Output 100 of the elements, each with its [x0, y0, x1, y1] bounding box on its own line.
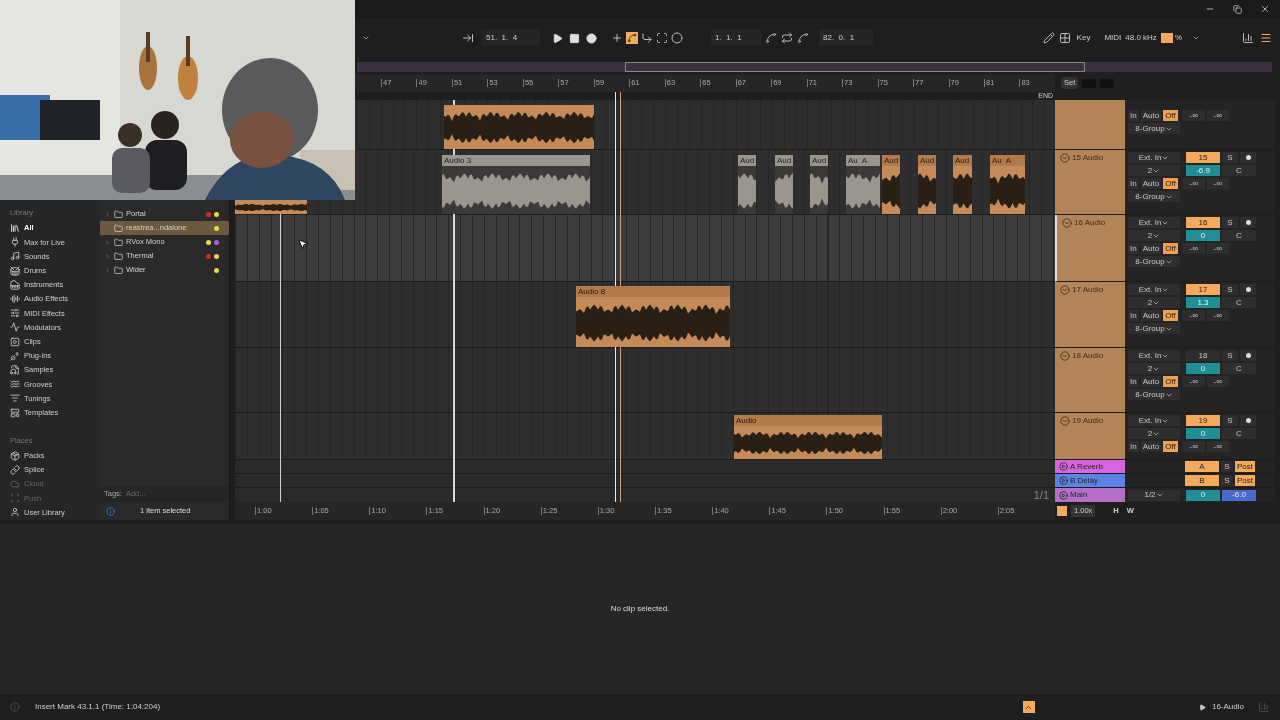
monitor-button[interactable]: Off: [1163, 178, 1178, 189]
overview-strip[interactable]: [357, 62, 1272, 72]
follow-icon[interactable]: [462, 32, 474, 44]
channel-dropdown[interactable]: 2: [1128, 297, 1180, 308]
pencil-icon[interactable]: [1042, 32, 1055, 44]
track-number-button[interactable]: 15: [1186, 152, 1220, 163]
channel-dropdown[interactable]: 2: [1128, 165, 1180, 176]
monitor-button[interactable]: Off: [1163, 243, 1178, 254]
send-knob[interactable]: -∞: [1182, 310, 1205, 321]
midi-button[interactable]: MIDI: [1104, 32, 1122, 44]
loop-toggle-icon[interactable]: [1057, 506, 1067, 516]
send-knob[interactable]: -∞: [1182, 243, 1205, 254]
monitor-button[interactable]: Off: [1163, 376, 1178, 387]
output-dropdown[interactable]: 8-Group: [1128, 191, 1180, 202]
track-header[interactable]: 17 Audio: [1055, 282, 1125, 348]
return-track-header[interactable]: A Reverb: [1055, 460, 1125, 474]
output-dropdown[interactable]: 8-Group: [1128, 389, 1180, 400]
circle-icon[interactable]: [671, 32, 683, 44]
monitor-button[interactable]: Auto: [1140, 441, 1162, 452]
channel-dropdown[interactable]: 2: [1128, 230, 1180, 241]
audio-clip[interactable]: Aud: [810, 155, 828, 214]
close-icon[interactable]: [1260, 4, 1270, 14]
monitor-button[interactable]: In: [1128, 310, 1139, 321]
pan-field[interactable]: C: [1222, 428, 1256, 439]
volume-field[interactable]: 0: [1186, 230, 1220, 241]
record-icon[interactable]: [586, 32, 597, 44]
input-dropdown[interactable]: Ext. In: [1128, 284, 1180, 295]
capture-icon[interactable]: [656, 32, 668, 44]
arm-button[interactable]: [1240, 415, 1256, 426]
audio-clip[interactable]: Aud: [882, 155, 900, 214]
curve-icon[interactable]: [797, 32, 809, 44]
fold-icon[interactable]: [1060, 153, 1070, 163]
input-dropdown[interactable]: Ext. In: [1128, 152, 1180, 163]
arrow-up-button[interactable]: [1022, 701, 1035, 713]
grid-icon[interactable]: [1058, 32, 1071, 44]
routing-dropdown[interactable]: 1/2: [1128, 489, 1180, 501]
solo-button[interactable]: S: [1221, 461, 1233, 472]
add-icon[interactable]: [611, 32, 623, 44]
audio-clip[interactable]: Aud: [953, 155, 972, 214]
pan-field[interactable]: C: [1222, 363, 1256, 374]
post-button[interactable]: Post: [1235, 475, 1255, 486]
input-dropdown[interactable]: Ext. In: [1128, 350, 1180, 361]
audio-clip[interactable]: Aud: [918, 155, 936, 214]
track-number-button[interactable]: 18: [1186, 350, 1220, 361]
send-knob[interactable]: -∞: [1182, 110, 1205, 121]
arm-button[interactable]: [1240, 152, 1256, 163]
track-header[interactable]: 16 Audio: [1055, 215, 1125, 282]
draw-mode-button[interactable]: [626, 32, 638, 44]
solo-button[interactable]: S: [1222, 284, 1238, 295]
channel-dropdown[interactable]: 2: [1128, 363, 1180, 374]
monitor-button[interactable]: Auto: [1140, 178, 1162, 189]
volume-field[interactable]: -6.9: [1186, 165, 1220, 176]
input-dropdown[interactable]: Ext. In: [1128, 415, 1180, 426]
input-dropdown[interactable]: Ext. In: [1128, 217, 1180, 228]
solo-button[interactable]: S: [1221, 475, 1233, 486]
info-icon[interactable]: [106, 506, 115, 516]
arm-button[interactable]: [1240, 217, 1256, 228]
return-track-header[interactable]: B Delay: [1055, 474, 1125, 488]
fold-icon[interactable]: [1060, 416, 1070, 426]
track-number-button[interactable]: 16: [1186, 217, 1220, 228]
monitor-button[interactable]: Auto: [1140, 310, 1162, 321]
position-field[interactable]: 51. 1. 4: [482, 30, 540, 46]
output-dropdown[interactable]: 8-Group: [1128, 123, 1180, 134]
send-knob[interactable]: -∞: [1206, 178, 1229, 189]
send-knob[interactable]: -∞: [1182, 178, 1205, 189]
solo-button[interactable]: S: [1222, 152, 1238, 163]
loop-start-field[interactable]: 1. 1. 1: [711, 30, 761, 46]
audio-clip[interactable]: Au A: [846, 155, 880, 214]
arm-button[interactable]: [1240, 284, 1256, 295]
main-track-header[interactable]: Main: [1055, 488, 1125, 502]
output-dropdown[interactable]: 8-Group: [1128, 323, 1180, 334]
volume-field[interactable]: 0: [1186, 428, 1220, 439]
monitor-button[interactable]: Auto: [1140, 243, 1162, 254]
key-button[interactable]: Key: [1076, 32, 1091, 44]
fold-icon[interactable]: [1060, 351, 1070, 361]
curve-icon[interactable]: [765, 32, 777, 44]
punch-icon[interactable]: [641, 32, 653, 44]
monitor-button[interactable]: Auto: [1140, 376, 1162, 387]
track-header[interactable]: 19 Audio: [1055, 413, 1125, 460]
send-knob[interactable]: -∞: [1182, 441, 1205, 452]
fold-icon[interactable]: [1060, 285, 1070, 295]
monitor-button[interactable]: In: [1128, 178, 1139, 189]
track-number-button[interactable]: 17: [1186, 284, 1220, 295]
send-button[interactable]: B: [1185, 475, 1219, 486]
pan-field[interactable]: -6.0: [1222, 489, 1256, 501]
monitor-button[interactable]: Off: [1163, 110, 1178, 121]
track-header[interactable]: 15 Audio: [1055, 150, 1125, 215]
monitor-button[interactable]: Off: [1163, 441, 1178, 452]
post-button[interactable]: Post: [1235, 461, 1255, 472]
expand-icon[interactable]: [1059, 476, 1068, 485]
audio-clip[interactable]: Au A: [990, 155, 1025, 214]
caret-icon[interactable]: [1192, 34, 1200, 42]
caret-icon[interactable]: [362, 34, 370, 42]
play-icon[interactable]: [552, 32, 563, 44]
monitor-button[interactable]: Off: [1163, 310, 1178, 321]
restore-icon[interactable]: [1233, 4, 1242, 14]
send-knob[interactable]: -∞: [1182, 376, 1205, 387]
pan-field[interactable]: C: [1222, 230, 1256, 241]
audio-clip[interactable]: Aud: [775, 155, 793, 214]
volume-field[interactable]: 1.3: [1186, 297, 1220, 308]
